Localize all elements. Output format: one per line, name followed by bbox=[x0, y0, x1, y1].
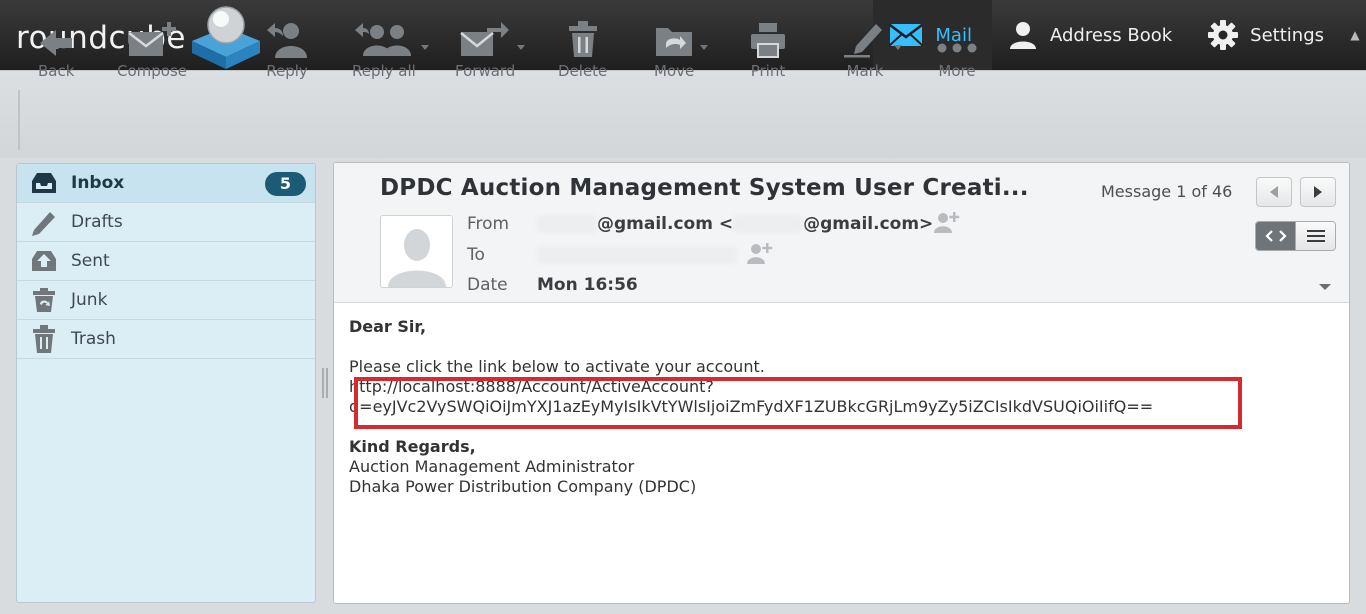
logo-cube-icon bbox=[191, 6, 260, 69]
gear-icon bbox=[1208, 20, 1239, 50]
folder-move-icon bbox=[656, 28, 693, 56]
nav-address-book[interactable]: Address Book bbox=[992, 0, 1192, 70]
message-header: DPDC Auction Management System User Crea… bbox=[334, 163, 1349, 303]
message-subject: DPDC Auction Management System User Crea… bbox=[380, 175, 1029, 201]
nav-scroll-up[interactable]: ▲ bbox=[1344, 0, 1366, 70]
plain-view-button[interactable] bbox=[1295, 222, 1335, 250]
to-label: To bbox=[467, 245, 485, 265]
trash-icon bbox=[568, 21, 597, 57]
nav-settings[interactable]: Settings bbox=[1192, 0, 1344, 70]
next-message-button[interactable] bbox=[1300, 177, 1336, 207]
delete-button[interactable]: Delete bbox=[558, 18, 607, 84]
more-dots-icon bbox=[937, 43, 977, 53]
reply-all-icon bbox=[354, 23, 411, 56]
person-silhouette-icon bbox=[387, 229, 446, 287]
nav-address-book-label: Address Book bbox=[1049, 24, 1173, 46]
reply-all-button[interactable]: Reply all bbox=[352, 18, 429, 84]
closing: Kind Regards, bbox=[349, 437, 476, 456]
reply-button[interactable]: Reply bbox=[265, 18, 309, 84]
forward-icon bbox=[460, 22, 510, 56]
view-toggle bbox=[1255, 221, 1336, 251]
message-pane: DPDC Auction Management System User Crea… bbox=[333, 162, 1350, 604]
signature-line1: Auction Management Administrator bbox=[349, 457, 635, 476]
compose-button[interactable]: Compose bbox=[117, 18, 187, 84]
add-contact-icon[interactable] bbox=[932, 211, 960, 233]
move-button[interactable]: Move bbox=[654, 18, 709, 84]
highlight-box bbox=[354, 377, 1242, 429]
toolbar-separator bbox=[18, 90, 20, 150]
greeting: Dear Sir, bbox=[349, 317, 427, 336]
mail-icon bbox=[889, 24, 924, 46]
back-button[interactable]: Back bbox=[38, 18, 74, 84]
pane-splitter[interactable] bbox=[322, 368, 328, 398]
pencil-icon bbox=[32, 212, 55, 236]
folder-label: Junk bbox=[71, 290, 108, 310]
message-counter: Message 1 of 46 bbox=[1101, 182, 1233, 201]
folder-inbox[interactable]: Inbox 5 bbox=[17, 164, 315, 203]
signature-line2: Dhaka Power Distribution Company (DPDC) bbox=[349, 477, 697, 496]
compose-icon bbox=[128, 22, 176, 56]
marker-icon bbox=[844, 24, 882, 58]
message-body: Dear Sir, Please click the link below to… bbox=[349, 317, 1339, 497]
reply-icon bbox=[267, 23, 307, 58]
folder-sent[interactable]: Sent bbox=[17, 242, 315, 281]
sender-avatar bbox=[380, 215, 453, 288]
nav-settings-label: Settings bbox=[1250, 24, 1324, 46]
mark-button[interactable]: Mark bbox=[842, 18, 902, 84]
chevron-right-icon bbox=[1314, 186, 1322, 198]
sent-icon bbox=[32, 251, 56, 271]
chevron-left-icon bbox=[1270, 186, 1278, 198]
from-label: From bbox=[467, 214, 510, 234]
body-line: Please click the link below to activate … bbox=[349, 357, 765, 376]
folder-drafts[interactable]: Drafts bbox=[17, 203, 315, 242]
junk-icon bbox=[33, 288, 55, 312]
folder-junk[interactable]: Junk bbox=[17, 281, 315, 320]
forward-button[interactable]: Forward bbox=[455, 18, 526, 84]
code-icon bbox=[1264, 230, 1287, 242]
person-icon bbox=[1009, 22, 1036, 49]
add-contact-icon[interactable] bbox=[745, 242, 773, 264]
back-arrow-icon bbox=[40, 30, 73, 56]
header-expand-icon[interactable] bbox=[1319, 284, 1331, 290]
folder-label: Drafts bbox=[71, 212, 123, 232]
date-label: Date bbox=[467, 275, 508, 295]
more-button[interactable]: More bbox=[935, 18, 979, 84]
inbox-icon bbox=[32, 173, 56, 193]
lines-icon bbox=[1306, 230, 1325, 242]
folder-list: Inbox 5 Drafts Sent Junk Trash bbox=[16, 163, 316, 603]
to-value[interactable] bbox=[537, 245, 737, 265]
folder-label: Trash bbox=[71, 329, 116, 349]
previous-message-button[interactable] bbox=[1256, 177, 1292, 207]
printer-icon bbox=[751, 23, 785, 58]
html-view-button[interactable] bbox=[1256, 222, 1295, 250]
date-value: Mon 16:56 bbox=[537, 275, 638, 295]
print-button[interactable]: Print bbox=[750, 18, 786, 84]
unread-badge: 5 bbox=[265, 172, 306, 196]
folder-trash[interactable]: Trash bbox=[17, 320, 315, 359]
trash-icon bbox=[33, 325, 55, 353]
folder-label: Inbox bbox=[71, 173, 125, 193]
from-value[interactable]: @gmail.com < @gmail.com> bbox=[537, 214, 933, 234]
folder-label: Sent bbox=[71, 251, 110, 271]
